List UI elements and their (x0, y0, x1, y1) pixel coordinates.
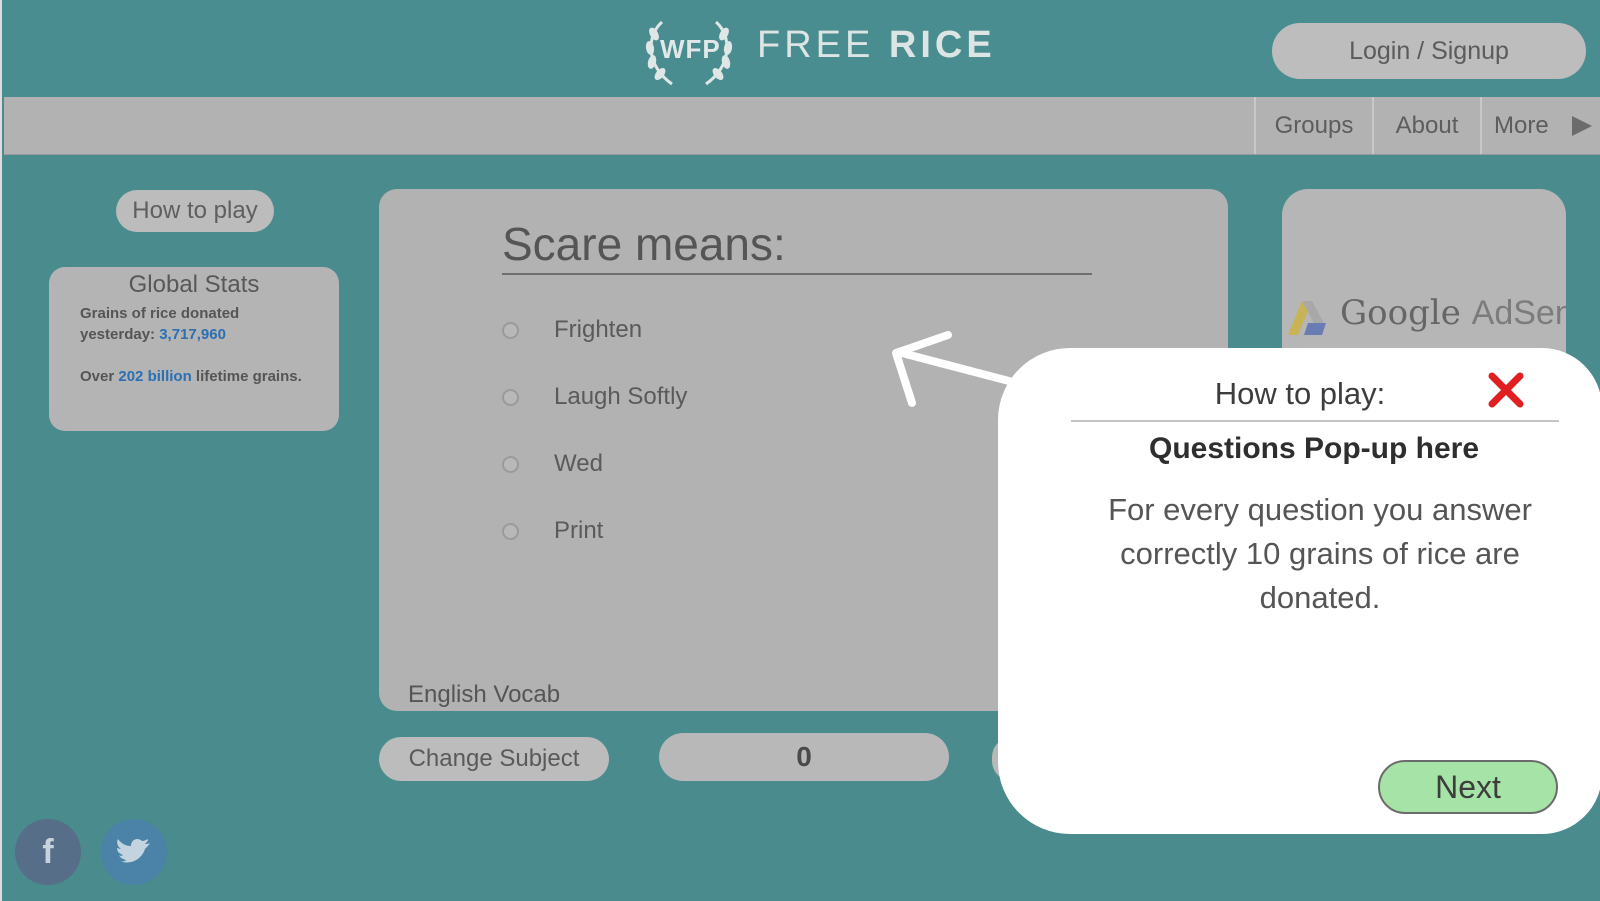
stats-yesterday-value: 3,717,960 (159, 326, 226, 343)
site-title[interactable]: FREE RICE (757, 24, 996, 67)
nav-item-more[interactable]: More (1480, 97, 1600, 154)
nav-item-about[interactable]: About (1372, 97, 1480, 154)
how-to-play-button[interactable]: How to play (116, 190, 274, 232)
stats-title: Global Stats (128, 271, 260, 298)
popup-divider (1071, 420, 1559, 422)
twitter-icon[interactable] (101, 819, 167, 885)
popup-body: For every question you answer correctly … (1108, 492, 1532, 615)
nav-item-groups[interactable]: Groups (1254, 97, 1372, 154)
ad-brand: Google (1340, 293, 1461, 333)
radio-button[interactable] (502, 456, 519, 473)
radio-button[interactable] (502, 322, 519, 339)
twitter-bird-icon (117, 838, 150, 863)
nav-bar: Groups About More (4, 97, 1600, 155)
facebook-glyph: f (42, 833, 54, 871)
change-subject-button[interactable]: Change Subject (379, 737, 609, 781)
answer-label[interactable]: Print (554, 517, 603, 545)
facebook-icon[interactable]: f (15, 819, 81, 885)
radio-button[interactable] (502, 389, 519, 406)
stats-yesterday: Grains of rice donated yesterday: 3,717,… (80, 303, 310, 345)
next-button[interactable]: Next (1378, 760, 1558, 814)
nav-more-label: More (1494, 112, 1549, 139)
wfp-logo[interactable]: WFP (642, 14, 736, 90)
global-stats-panel: Global Stats Grains of rice donated yest… (49, 267, 339, 431)
stats-lifetime-prefix: Over (80, 368, 115, 385)
triangle-right-icon (1572, 116, 1592, 136)
stats-lifetime: Over 202 billion lifetime grains. (80, 366, 310, 387)
ad-product: AdSense (1471, 294, 1566, 332)
stats-lifetime-suffix: lifetime grains. (195, 368, 302, 385)
adsense-logo-icon (1288, 301, 1326, 335)
login-signup-button[interactable]: Login / Signup (1272, 23, 1586, 79)
radio-button[interactable] (502, 523, 519, 540)
answer-label[interactable]: Frighten (554, 316, 642, 344)
logo-text: WFP (660, 34, 721, 64)
stats-lifetime-value: 202 billion (118, 368, 192, 385)
ad-text: Google AdSense (1340, 293, 1566, 333)
popup-heading: Questions Pop-up here (1148, 432, 1480, 465)
rice-counter: 0 (659, 733, 949, 781)
question-title: Scare means: (502, 217, 1092, 275)
site-header: WFP FREE RICE Login / Signup (2, 0, 1600, 97)
subject-label: English Vocab (408, 681, 561, 708)
app-window: WFP FREE RICE Login / Signup Groups Abou… (0, 0, 1600, 901)
close-icon[interactable] (1486, 370, 1526, 410)
answer-label[interactable]: Wed (554, 450, 603, 478)
answer-label[interactable]: Laugh Softly (554, 383, 687, 411)
brand-rice: RICE (888, 24, 996, 66)
brand-free: FREE (757, 24, 875, 66)
how-to-play-popup: How to play: Questions Pop-up here For e… (998, 348, 1600, 834)
